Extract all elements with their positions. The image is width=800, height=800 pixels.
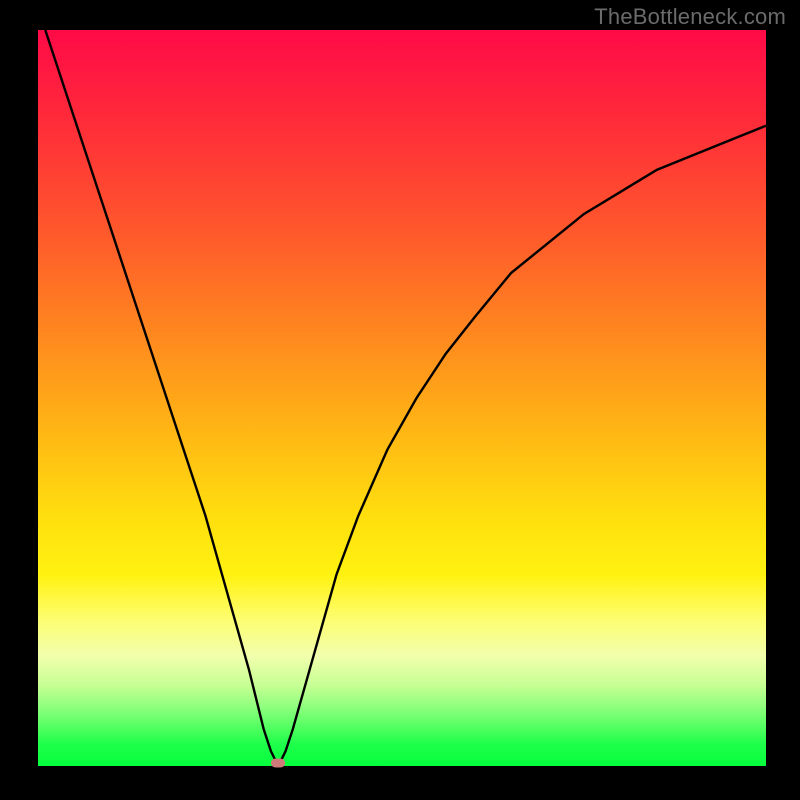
chart-frame: TheBottleneck.com xyxy=(0,0,800,800)
plot-area xyxy=(38,30,766,766)
optimum-marker xyxy=(271,759,285,768)
watermark-text: TheBottleneck.com xyxy=(594,4,786,30)
curve-path xyxy=(45,30,766,766)
bottleneck-curve xyxy=(38,30,766,766)
